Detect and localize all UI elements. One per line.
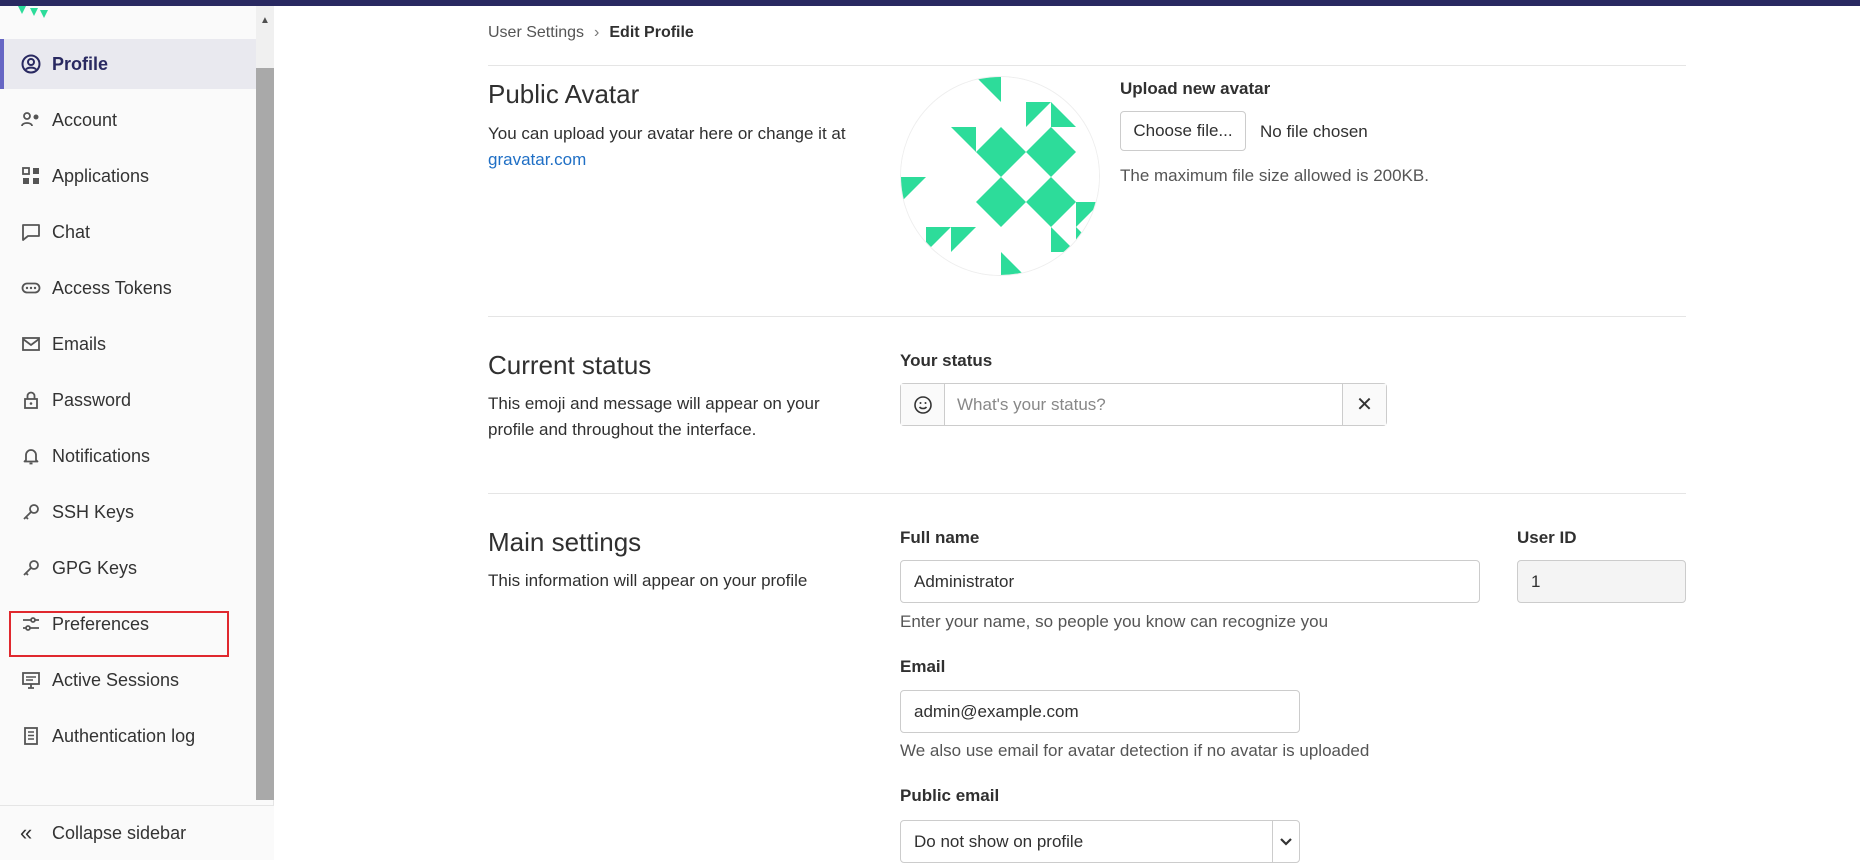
chevron-right-icon: › bbox=[594, 24, 600, 41]
avatar bbox=[900, 76, 1100, 276]
public-email-selected-value: Do not show on profile bbox=[914, 831, 1084, 851]
main-section-desc: This information will appear on your pro… bbox=[488, 571, 808, 590]
chat-icon bbox=[20, 221, 42, 243]
full-name-field[interactable]: Administrator bbox=[900, 560, 1480, 603]
breadcrumb: User Settings › Edit Profile bbox=[488, 24, 694, 42]
logo-icon bbox=[18, 6, 48, 18]
sidebar-item-applications[interactable]: Applications bbox=[0, 151, 256, 201]
breadcrumb-parent-link[interactable]: User Settings bbox=[488, 24, 584, 42]
sidebar-item-profile[interactable]: Profile bbox=[0, 39, 256, 89]
divider bbox=[488, 65, 1686, 66]
sidebar-item-label: Password bbox=[52, 389, 132, 410]
preferences-highlight-box bbox=[9, 611, 229, 657]
max-file-size-text: The maximum file size allowed is 200KB. bbox=[1120, 166, 1429, 185]
sidebar-item-chat[interactable]: Chat bbox=[0, 207, 256, 257]
choose-file-button[interactable]: Choose file... bbox=[1120, 111, 1246, 151]
double-chevron-left-icon: « bbox=[20, 820, 33, 845]
chevron-down-icon bbox=[1272, 821, 1299, 862]
mail-icon bbox=[20, 333, 42, 355]
breadcrumb-current[interactable]: Edit Profile bbox=[609, 24, 693, 42]
collapse-sidebar-button[interactable]: « Collapse sidebar bbox=[0, 805, 274, 860]
public-email-select[interactable]: Do not show on profile bbox=[900, 820, 1300, 863]
full-name-label: Full name bbox=[900, 528, 980, 547]
key-icon bbox=[20, 501, 42, 523]
user-id-label: User ID bbox=[1517, 528, 1577, 547]
top-navbar bbox=[0, 0, 1860, 6]
status-section-title: Current status bbox=[488, 350, 652, 380]
sidebar-item-label: Notifications bbox=[52, 445, 151, 466]
divider bbox=[488, 316, 1686, 317]
profile-icon bbox=[20, 53, 42, 75]
clear-status-button[interactable]: ✕ bbox=[1342, 384, 1386, 425]
main-section-title: Main settings bbox=[488, 527, 642, 557]
key-icon bbox=[20, 557, 42, 579]
your-status-label: Your status bbox=[900, 351, 993, 370]
smiley-icon bbox=[913, 395, 932, 414]
sidebar-item-label: Profile bbox=[52, 53, 109, 74]
sidebar-item-password[interactable]: Password bbox=[0, 375, 256, 425]
lock-icon bbox=[20, 389, 42, 411]
status-section-desc: This emoji and message will appear on yo… bbox=[488, 394, 820, 439]
sidebar-item-label: Chat bbox=[52, 221, 91, 242]
log-icon bbox=[20, 725, 42, 747]
upload-avatar-label: Upload new avatar bbox=[1120, 79, 1271, 98]
sidebar-item-authentication-log[interactable]: Authentication log bbox=[0, 711, 256, 761]
sidebar-item-active-sessions[interactable]: Active Sessions bbox=[0, 655, 256, 705]
monitor-icon bbox=[20, 669, 42, 691]
scroll-up-arrow-icon[interactable]: ▲ bbox=[256, 12, 274, 30]
sidebar: ▲ Profile Account Applications Chat Acce… bbox=[0, 6, 274, 860]
status-input-group: ✕ bbox=[900, 383, 1387, 426]
emoji-picker-button[interactable] bbox=[901, 384, 945, 425]
collapse-sidebar-label: Collapse sidebar bbox=[52, 822, 187, 843]
token-icon bbox=[20, 277, 42, 299]
email-help: We also use email for avatar detection i… bbox=[900, 741, 1370, 760]
sidebar-item-account[interactable]: Account bbox=[0, 95, 256, 145]
sidebar-item-notifications[interactable]: Notifications bbox=[0, 431, 256, 481]
user-id-field[interactable]: 1 bbox=[1517, 560, 1686, 603]
sidebar-item-label: Access Tokens bbox=[52, 277, 172, 298]
identicon-image bbox=[901, 77, 1099, 275]
sidebar-item-emails[interactable]: Emails bbox=[0, 319, 256, 369]
sidebar-item-label: Account bbox=[52, 109, 118, 130]
status-message-input[interactable] bbox=[945, 384, 1342, 425]
sidebar-item-ssh-keys[interactable]: SSH Keys bbox=[0, 487, 256, 537]
email-field[interactable]: admin@example.com bbox=[900, 690, 1300, 733]
no-file-chosen-text: No file chosen bbox=[1260, 122, 1368, 141]
full-name-help: Enter your name, so people you know can … bbox=[900, 612, 1329, 631]
sidebar-item-access-tokens[interactable]: Access Tokens bbox=[0, 263, 256, 313]
sidebar-item-label: Emails bbox=[52, 333, 107, 354]
bell-icon bbox=[20, 445, 42, 467]
sidebar-scrollbar-thumb[interactable] bbox=[256, 68, 274, 800]
account-icon bbox=[20, 109, 42, 131]
avatar-section-desc: You can upload your avatar here or chang… bbox=[488, 121, 878, 173]
gravatar-link[interactable]: gravatar.com bbox=[488, 150, 586, 169]
avatar-desc-text: You can upload your avatar here or chang… bbox=[488, 124, 846, 143]
sidebar-item-label: GPG Keys bbox=[52, 557, 138, 578]
sidebar-item-gpg-keys[interactable]: GPG Keys bbox=[0, 543, 256, 593]
sidebar-item-label: SSH Keys bbox=[52, 501, 135, 522]
divider bbox=[488, 493, 1686, 494]
close-icon: ✕ bbox=[1356, 394, 1373, 416]
sidebar-item-label: Active Sessions bbox=[52, 669, 180, 690]
applications-icon bbox=[20, 165, 42, 187]
email-label: Email bbox=[900, 657, 946, 676]
sidebar-item-label: Authentication log bbox=[52, 725, 196, 746]
avatar-section-title: Public Avatar bbox=[488, 79, 640, 109]
public-email-label: Public email bbox=[900, 786, 1000, 805]
sidebar-item-label: Applications bbox=[52, 165, 150, 186]
